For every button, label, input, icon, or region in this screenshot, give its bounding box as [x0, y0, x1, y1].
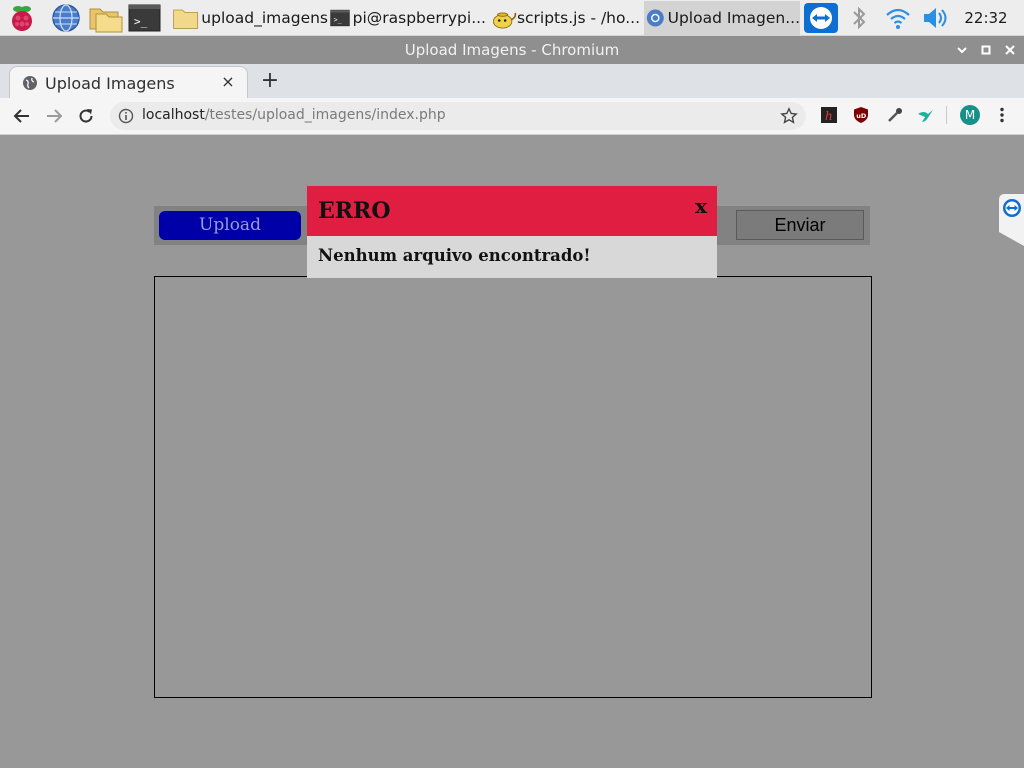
url-path: /testes/upload_imagens/index.php: [204, 107, 446, 123]
task-terminal[interactable]: >_ pi@raspberrypi...: [330, 1, 486, 35]
chromium-icon: [646, 9, 664, 27]
modal-title: ERRO: [318, 198, 391, 224]
tab-strip: Upload Imagens × +: [0, 64, 1024, 98]
new-tab-button[interactable]: +: [258, 68, 282, 94]
web-browser-icon[interactable]: [50, 3, 82, 33]
maximize-icon[interactable]: [974, 36, 998, 64]
site-info-icon[interactable]: [118, 108, 134, 124]
task-label: Upload Imagen...: [667, 9, 800, 27]
task-geany[interactable]: scripts.js - /ho...: [490, 1, 640, 35]
task-label: upload_imagens: [201, 9, 328, 27]
task-file-manager[interactable]: upload_imagens: [172, 1, 328, 35]
svg-text:>_: >_: [334, 16, 342, 24]
page-content: Upload Enviar ERRO x Nenhum arquivo enco…: [0, 135, 1024, 768]
browser-toolbar: localhost/testes/upload_imagens/index.ph…: [0, 98, 1024, 135]
svg-text:>_: >_: [134, 15, 148, 28]
wifi-icon[interactable]: [884, 3, 912, 33]
send-button[interactable]: Enviar: [736, 210, 864, 240]
tab-close-icon[interactable]: ×: [217, 71, 239, 93]
teamviewer-tray-icon[interactable]: [803, 3, 839, 33]
profile-initial: M: [964, 108, 976, 122]
globe-icon: [23, 76, 37, 90]
task-label: scripts.js - /ho...: [516, 9, 640, 27]
tab-upload-imagens[interactable]: Upload Imagens ×: [9, 66, 248, 98]
bookmark-star-icon[interactable]: [780, 107, 798, 125]
eyedropper-icon[interactable]: [886, 106, 904, 124]
reload-icon[interactable]: [72, 102, 100, 130]
terminal-icon[interactable]: >_: [128, 3, 162, 33]
modal-message: Nenhum arquivo encontrado!: [318, 246, 591, 265]
modal-close-button[interactable]: x: [695, 194, 707, 218]
back-icon[interactable]: [8, 102, 36, 130]
svg-text:h: h: [825, 109, 833, 123]
close-window-icon[interactable]: [998, 36, 1022, 64]
url-text: localhost/testes/upload_imagens/index.ph…: [142, 107, 446, 123]
error-modal: ERRO x Nenhum arquivo encontrado!: [307, 186, 717, 278]
task-label: pi@raspberrypi...: [352, 9, 486, 27]
window-titlebar: Upload Imagens - Chromium: [0, 36, 1024, 64]
svg-text:uD: uD: [856, 112, 867, 120]
hummingbird-extension-icon[interactable]: [916, 106, 934, 124]
taskbar-clock: 22:32: [964, 9, 1008, 27]
file-manager-icon[interactable]: [88, 3, 124, 33]
forward-icon[interactable]: [40, 102, 68, 130]
minimize-icon[interactable]: [950, 36, 974, 64]
folder-icon: [173, 9, 199, 29]
address-bar[interactable]: localhost/testes/upload_imagens/index.ph…: [110, 102, 806, 130]
modal-header: ERRO x: [307, 186, 717, 236]
image-preview-area[interactable]: [154, 276, 872, 698]
volume-icon[interactable]: [921, 3, 951, 33]
raspberry-menu-icon[interactable]: [6, 3, 38, 33]
tab-title: Upload Imagens: [45, 74, 175, 93]
task-chromium[interactable]: Upload Imagen...: [644, 1, 800, 35]
window-title: Upload Imagens - Chromium: [404, 41, 620, 59]
system-taskbar: >_ upload_imagens >_ pi@raspberrypi... s…: [0, 0, 1024, 36]
modal-body: Nenhum arquivo encontrado!: [307, 236, 717, 278]
browser-menu-icon[interactable]: [993, 106, 1011, 124]
ublock-icon[interactable]: uD: [852, 106, 870, 124]
profile-avatar[interactable]: M: [960, 105, 980, 125]
url-host: localhost: [142, 107, 205, 123]
terminal-icon: >_: [330, 9, 350, 27]
toolbar-divider: [946, 106, 947, 124]
geany-teapot-icon: [492, 12, 517, 29]
bluetooth-icon[interactable]: [848, 3, 870, 33]
upload-button[interactable]: Upload: [159, 211, 301, 240]
teamviewer-side-handle[interactable]: [999, 194, 1024, 246]
h-extension-icon[interactable]: h: [820, 106, 838, 124]
